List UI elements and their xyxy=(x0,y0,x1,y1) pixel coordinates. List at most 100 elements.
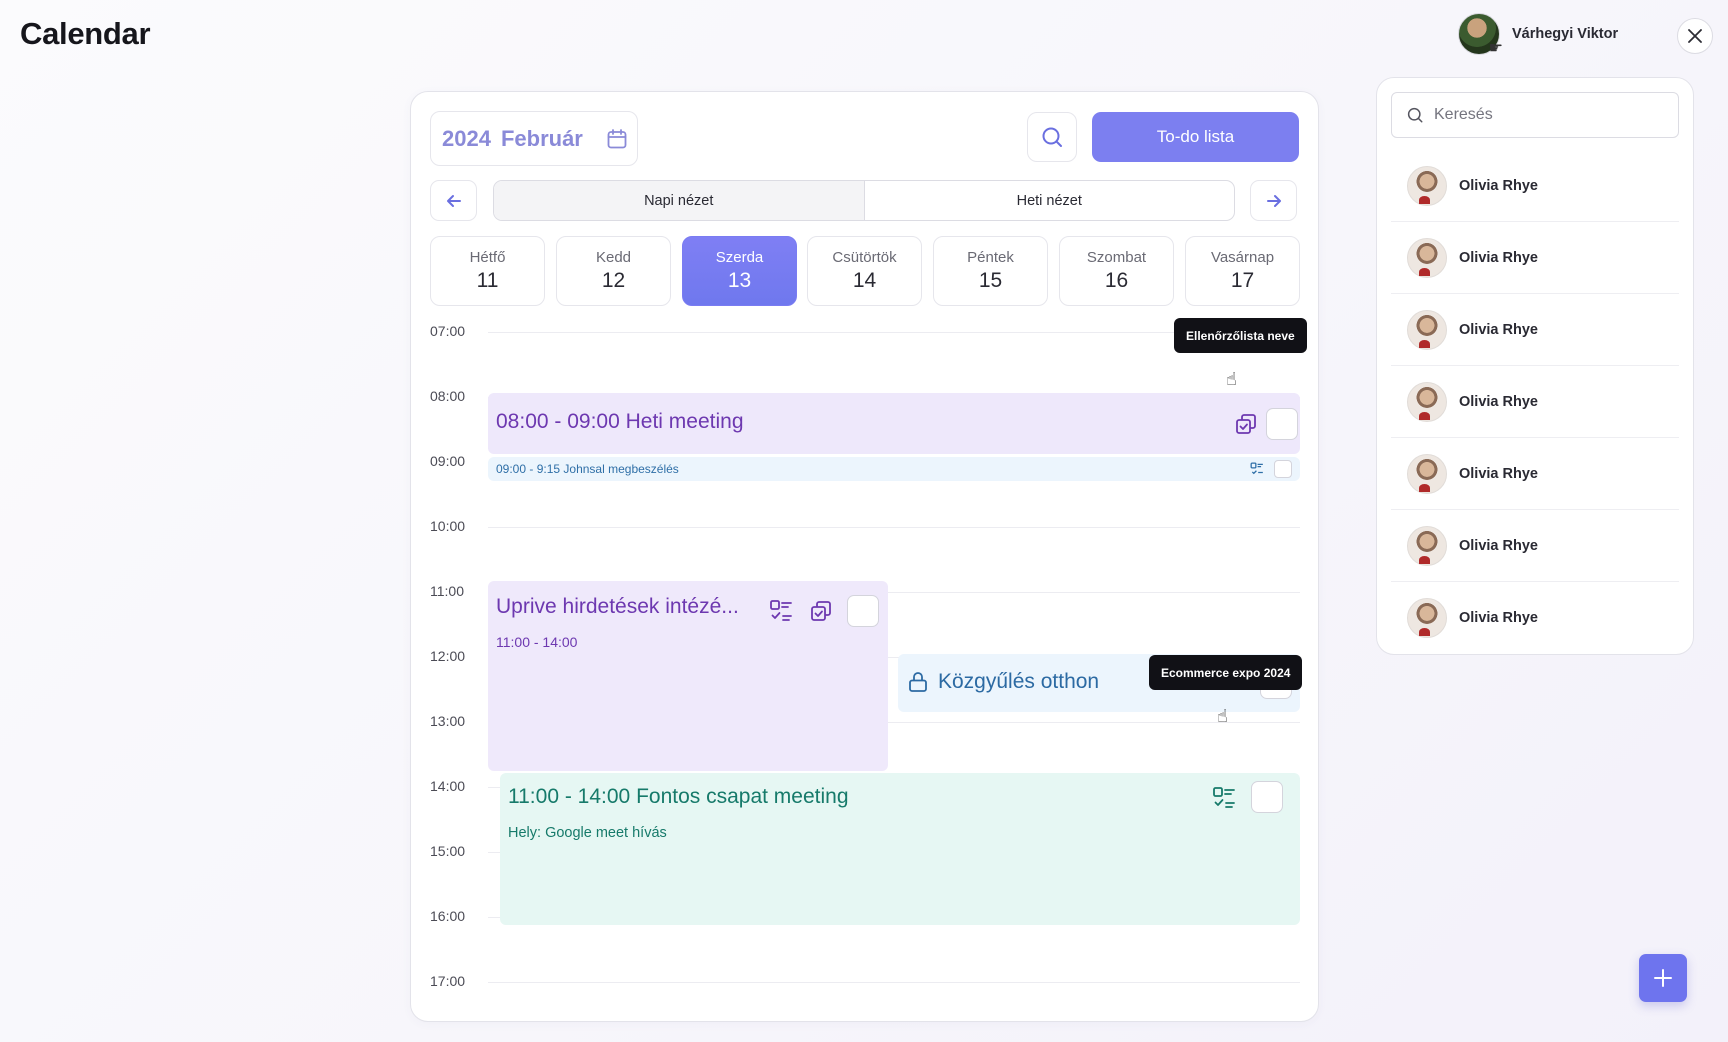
hour-label: 09:00 xyxy=(430,453,466,469)
hour-label: 16:00 xyxy=(430,908,466,924)
calendar-search-button[interactable] xyxy=(1027,112,1077,162)
event-fontos-csapat-meeting[interactable]: 11:00 - 14:00 Fontos csapat meeting Hely… xyxy=(500,773,1300,925)
day-name: Kedd xyxy=(595,249,632,266)
avatar xyxy=(1407,598,1447,638)
person-name: Olivia Rhye xyxy=(1459,537,1538,554)
avatar xyxy=(1407,525,1447,566)
event-time: 08:00 - 09:00 xyxy=(496,410,620,433)
event-title: 09:00 - 9:15 Johnsal megbeszélés xyxy=(496,462,679,476)
event-checkbox[interactable] xyxy=(1251,781,1283,813)
day-card[interactable]: Szombat 16 xyxy=(1059,236,1174,306)
hour-label: 11:00 xyxy=(430,583,464,599)
event-name: Johnsal megbeszélés xyxy=(563,462,679,476)
day-name: Szerda xyxy=(715,249,764,266)
search-icon xyxy=(1407,107,1423,123)
person-list-item[interactable]: Olivia Rhye xyxy=(1391,582,1679,654)
day-number: 13 xyxy=(727,269,752,292)
day-card[interactable]: Péntek 15 xyxy=(933,236,1048,306)
pointer-cursor-icon: ☛ xyxy=(1488,40,1503,57)
event-checkbox[interactable] xyxy=(1266,408,1298,440)
hour-label: 12:00 xyxy=(430,648,466,664)
day-name: Péntek xyxy=(967,249,1014,266)
checklist-icon[interactable] xyxy=(769,599,793,623)
day-card-selected[interactable]: Szerda 13 xyxy=(682,236,797,306)
avatar xyxy=(1407,237,1447,278)
pointer-cursor-icon: ☝ xyxy=(1217,706,1228,726)
event-name: Fontos csapat meeting xyxy=(636,785,849,808)
people-panel: Olivia Rhye Olivia Rhye Olivia Rhye Oliv… xyxy=(1376,77,1694,655)
people-search-input[interactable] xyxy=(1434,106,1654,124)
tab-daily-view[interactable]: Napi nézet xyxy=(494,181,865,220)
hour-label: 10:00 xyxy=(430,518,466,534)
tooltip-ecommerce-expo: Ecommerce expo 2024 xyxy=(1149,655,1303,690)
checklist-icon[interactable] xyxy=(1250,462,1264,476)
day-number: 12 xyxy=(601,269,626,292)
add-event-button[interactable] xyxy=(1639,954,1687,1002)
hour-label: 13:00 xyxy=(430,713,466,729)
view-toggle: Napi nézet Heti nézet xyxy=(493,180,1235,221)
hour-label: 08:00 xyxy=(430,388,466,404)
day-card[interactable]: Kedd 12 xyxy=(556,236,671,306)
person-list-item[interactable]: Olivia Rhye xyxy=(1391,222,1679,294)
plus-icon xyxy=(1654,969,1672,987)
avatar xyxy=(1407,381,1447,422)
avatar xyxy=(1407,165,1447,206)
event-johnsal-megbeszeles[interactable]: 09:00 - 9:15 Johnsal megbeszélés xyxy=(488,457,1300,481)
user-name: Várhegyi Viktor xyxy=(1512,26,1619,42)
person-list-item[interactable]: Olivia Rhye xyxy=(1391,294,1679,366)
next-button[interactable] xyxy=(1250,180,1297,221)
calendar-card: 2024 Február To-do lista Napi nézet Heti… xyxy=(410,91,1319,1022)
people-search[interactable] xyxy=(1391,92,1679,138)
hour-label: 15:00 xyxy=(430,843,466,859)
day-card[interactable]: Csütörtök 14 xyxy=(807,236,922,306)
day-number: 14 xyxy=(852,269,877,292)
event-name: Heti meeting xyxy=(625,410,744,433)
avatar xyxy=(1407,309,1447,350)
todo-list-button[interactable]: To-do lista xyxy=(1092,112,1299,162)
checklist-icon[interactable] xyxy=(1212,786,1236,810)
person-name: Olivia Rhye xyxy=(1459,321,1538,338)
event-uprive[interactable]: Uprive hirdetések intézé... 11:00 - 14:0… xyxy=(488,581,888,771)
user-avatar[interactable]: ☛ xyxy=(1458,13,1503,57)
avatar xyxy=(1407,453,1447,494)
user-menu[interactable]: ☛ Várhegyi Viktor xyxy=(1458,13,1619,57)
date-picker[interactable]: 2024 Február xyxy=(430,111,638,166)
person-list-item[interactable]: Olivia Rhye xyxy=(1391,438,1679,510)
event-checkbox[interactable] xyxy=(1274,460,1292,478)
month-label: Február xyxy=(500,125,583,151)
event-location: Hely: Google meet hívás xyxy=(508,825,667,841)
pointer-cursor-icon: ☝ xyxy=(1226,369,1237,389)
person-name: Olivia Rhye xyxy=(1459,393,1538,410)
prev-button[interactable] xyxy=(430,180,477,221)
event-name: Uprive hirdetések intézé... xyxy=(496,595,739,618)
day-card[interactable]: Hétfő 11 xyxy=(430,236,545,306)
arrow-left-icon xyxy=(446,194,461,207)
close-button[interactable] xyxy=(1677,18,1713,54)
hour-label: 17:00 xyxy=(430,973,466,989)
event-name: Közgyűlés otthon xyxy=(938,670,1100,693)
hour-label: 07:00 xyxy=(430,323,466,339)
person-list-item[interactable]: Olivia Rhye xyxy=(1391,150,1679,222)
day-number: 15 xyxy=(978,269,1003,292)
day-card[interactable]: Vasárnap 17 xyxy=(1185,236,1300,306)
day-name: Csütörtök xyxy=(832,249,897,266)
event-title: 08:00 - 09:00 Heti meeting xyxy=(496,410,744,434)
copy-icon[interactable] xyxy=(809,599,833,623)
tab-weekly-view[interactable]: Heti nézet xyxy=(865,181,1235,220)
tooltip-checklist-name: Ellenőrzőlista neve xyxy=(1174,318,1307,353)
day-name: Hétfő xyxy=(469,249,506,266)
lock-icon xyxy=(909,672,927,692)
person-list-item[interactable]: Olivia Rhye xyxy=(1391,366,1679,438)
day-name: Vasárnap xyxy=(1210,249,1275,266)
event-checkbox[interactable] xyxy=(847,595,879,627)
person-name: Olivia Rhye xyxy=(1459,249,1538,266)
hour-label: 14:00 xyxy=(430,778,466,794)
copy-icon[interactable] xyxy=(1234,412,1258,436)
event-time: 11:00 - 14:00 xyxy=(496,634,578,650)
person-list-item[interactable]: Olivia Rhye xyxy=(1391,510,1679,582)
hour-gridline xyxy=(488,982,1300,983)
search-icon xyxy=(1042,127,1062,147)
event-heti-meeting[interactable]: 08:00 - 09:00 Heti meeting xyxy=(488,393,1300,454)
day-number: 17 xyxy=(1230,269,1255,292)
person-name: Olivia Rhye xyxy=(1459,177,1538,194)
